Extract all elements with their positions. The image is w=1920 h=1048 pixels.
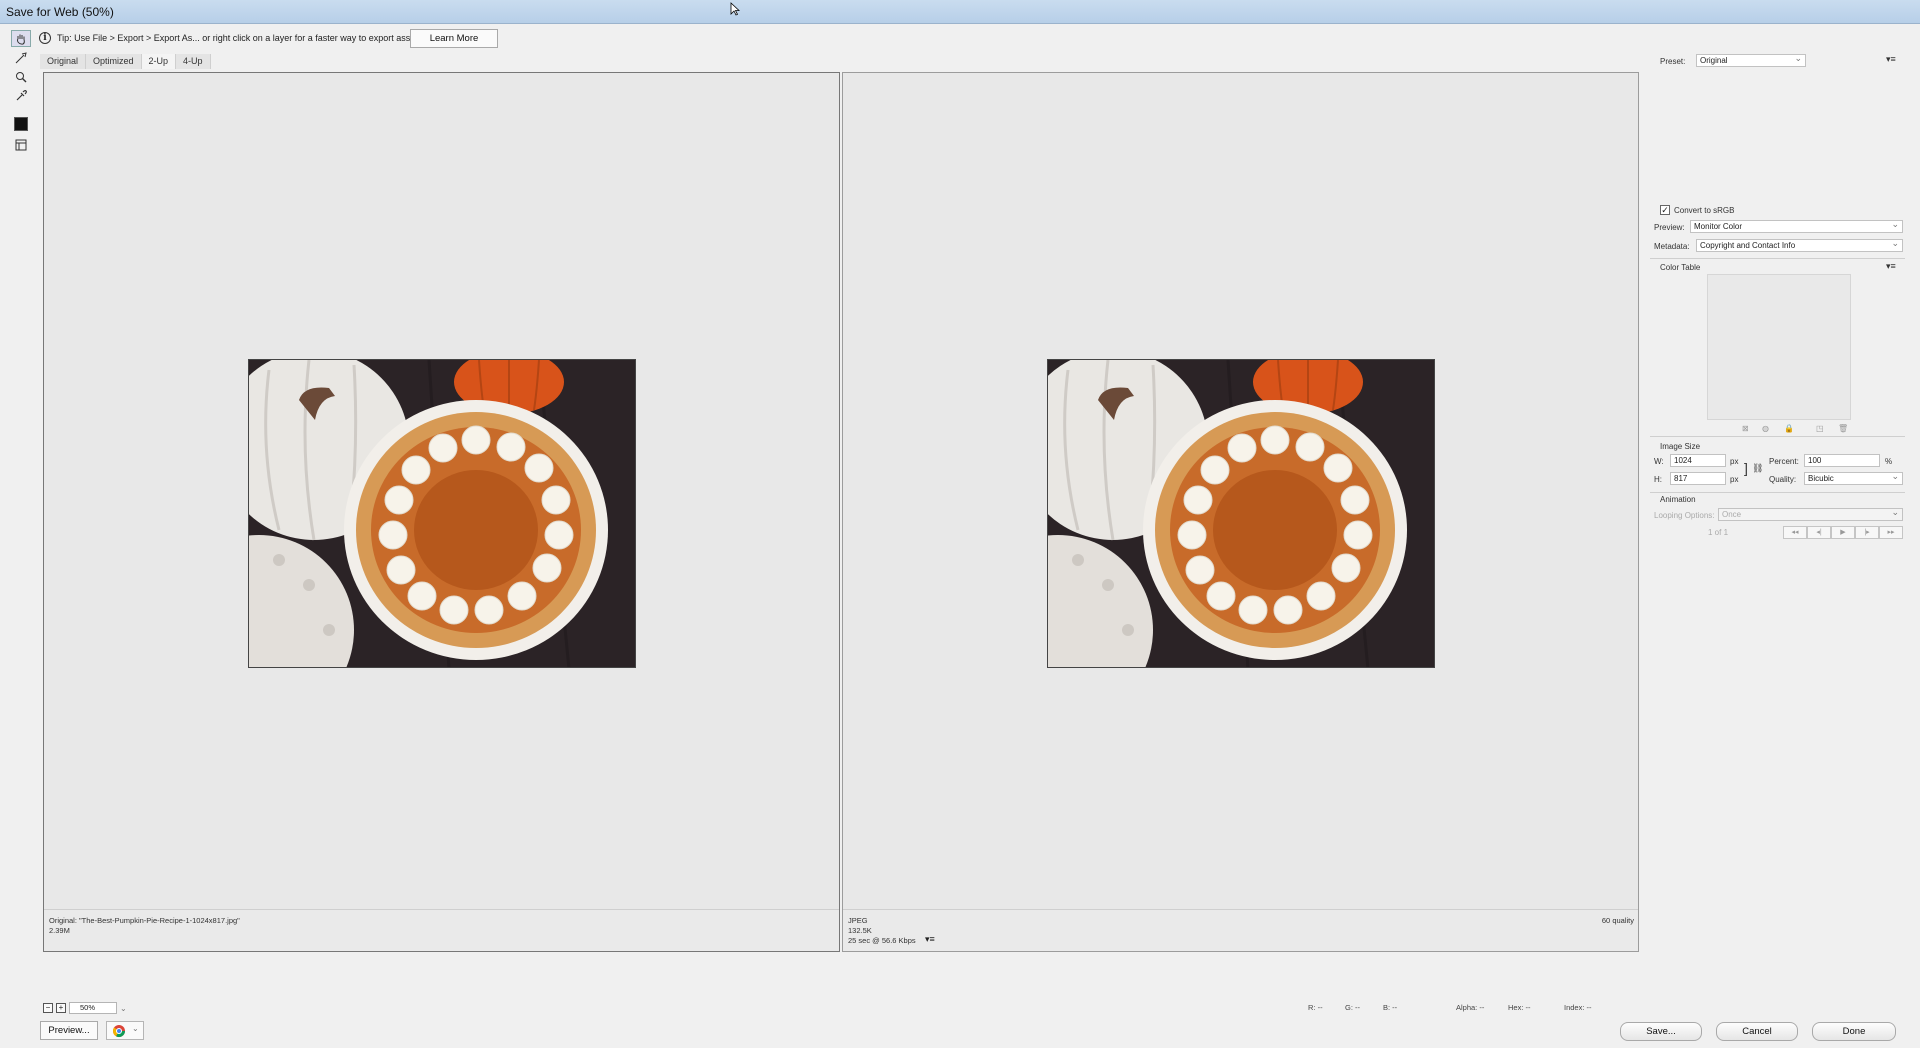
optimized-filesize: 132.5K: [848, 926, 872, 935]
delete-color-icon: 🗑: [1838, 424, 1849, 433]
optimized-download-time: 25 sec @ 56.6 Kbps: [848, 936, 916, 945]
convert-srgb-checkbox[interactable]: ✓: [1660, 205, 1670, 215]
save-button[interactable]: Save...: [1620, 1022, 1702, 1041]
optimized-format: JPEG: [848, 916, 868, 925]
optimize-menu-icon[interactable]: ▾≡: [1886, 54, 1896, 65]
pumpkin-pie-photo: [249, 360, 635, 667]
eyedropper-tool-icon[interactable]: [11, 87, 31, 104]
tab-2-up[interactable]: 2-Up: [141, 54, 177, 69]
color-table-menu-icon[interactable]: ▾≡: [1886, 261, 1896, 272]
browser-dropdown-icon: ⌄: [132, 1024, 139, 1033]
done-button[interactable]: Done: [1812, 1022, 1896, 1041]
readout-g: G: --: [1345, 1003, 1360, 1012]
download-speed-menu-icon[interactable]: ▾≡: [925, 934, 935, 945]
optimized-image: [1047, 359, 1435, 668]
frame-counter: 1 of 1: [1708, 528, 1729, 537]
resample-quality-select[interactable]: Bicubic: [1804, 472, 1903, 485]
looping-select[interactable]: Once: [1718, 508, 1903, 521]
animation-controls: ◂◂ ◂| ▶ |▸ ▸▸: [1783, 526, 1903, 539]
play-icon[interactable]: ▶: [1831, 526, 1855, 539]
lock-color-icon: 🔒: [1784, 424, 1794, 433]
map-transparent-icon: ⊠: [1742, 424, 1749, 433]
zoom-level-select[interactable]: 50%: [69, 1002, 117, 1014]
toggle-slices-icon[interactable]: [11, 136, 31, 153]
metadata-label: Metadata:: [1654, 242, 1690, 251]
preset-label: Preset:: [1660, 57, 1686, 66]
preview-color-select[interactable]: Monitor Color: [1690, 220, 1903, 233]
width-unit: px: [1730, 457, 1739, 466]
mouse-cursor-icon: [730, 2, 740, 16]
tip-text: Tip: Use File > Export > Export As... or…: [57, 33, 423, 43]
zoom-bar: − + 50% ⌄: [43, 1001, 127, 1015]
pumpkin-pie-photo-optimized: [1048, 360, 1434, 667]
tab-4-up[interactable]: 4-Up: [176, 54, 211, 69]
percent-input[interactable]: 100: [1804, 454, 1880, 467]
original-image: [248, 359, 636, 668]
readout-index: Index: --: [1564, 1003, 1592, 1012]
cancel-button[interactable]: Cancel: [1716, 1022, 1798, 1041]
original-image-pane[interactable]: Original: "The-Best-Pumpkin-Pie-Recipe-1…: [43, 72, 840, 952]
color-table-title: Color Table: [1660, 263, 1701, 272]
convert-srgb-label: Convert to sRGB: [1674, 206, 1735, 215]
looping-label: Looping Options:: [1654, 511, 1715, 520]
zoom-out-button[interactable]: −: [43, 1003, 53, 1013]
tab-original[interactable]: Original: [40, 54, 87, 69]
metadata-select[interactable]: Copyright and Contact Info: [1696, 239, 1903, 252]
tip-bar: i Tip: Use File > Export > Export As... …: [0, 25, 1920, 52]
view-tabs: Original Optimized 2-Up 4-Up: [40, 54, 211, 69]
zoom-in-button[interactable]: +: [56, 1003, 66, 1013]
window-title: Save for Web (50%): [6, 5, 114, 19]
readout-alpha: Alpha: --: [1456, 1003, 1485, 1012]
preview-label: Preview:: [1654, 223, 1685, 232]
previous-frame-icon[interactable]: ◂|: [1807, 526, 1831, 539]
link-icon: ⛓: [1752, 463, 1764, 473]
eyedropper-color-swatch[interactable]: [14, 117, 28, 131]
info-icon: i: [39, 32, 51, 44]
optimized-quality: 60 quality: [1601, 916, 1634, 925]
color-table[interactable]: [1707, 274, 1851, 420]
percent-unit: %: [1885, 457, 1893, 466]
slice-select-tool-icon[interactable]: [11, 49, 31, 66]
readout-hex: Hex: --: [1508, 1003, 1531, 1012]
height-unit: px: [1730, 475, 1739, 484]
width-label: W:: [1654, 457, 1664, 466]
hand-tool-icon[interactable]: [11, 30, 31, 47]
browser-icon: [112, 1025, 125, 1038]
first-frame-icon[interactable]: ◂◂: [1783, 526, 1807, 539]
constrain-proportions-icon[interactable]: ]: [1744, 460, 1748, 476]
height-input[interactable]: 817: [1670, 472, 1726, 485]
new-color-icon: ◳: [1816, 424, 1824, 433]
original-filename: Original: "The-Best-Pumpkin-Pie-Recipe-1…: [49, 916, 240, 925]
last-frame-icon[interactable]: ▸▸: [1879, 526, 1903, 539]
browser-select[interactable]: ⌄: [106, 1021, 144, 1040]
zoom-tool-icon[interactable]: [11, 68, 31, 85]
tool-strip: [8, 28, 34, 168]
preset-select[interactable]: Original: [1696, 54, 1806, 67]
optimized-image-pane[interactable]: JPEG 132.5K 25 sec @ 56.6 Kbps ▾≡ 60 qua…: [842, 72, 1639, 952]
learn-more-button[interactable]: Learn More: [410, 29, 498, 48]
divider: [1650, 436, 1905, 437]
divider: [1650, 492, 1905, 493]
animation-title: Animation: [1660, 495, 1696, 504]
zoom-dropdown-icon[interactable]: ⌄: [120, 1004, 127, 1013]
percent-label: Percent:: [1769, 457, 1799, 466]
width-input[interactable]: 1024: [1670, 454, 1726, 467]
preview-button[interactable]: Preview...: [40, 1021, 98, 1040]
tab-optimized[interactable]: Optimized: [86, 54, 142, 69]
readout-b: B: --: [1383, 1003, 1398, 1012]
title-bar: Save for Web (50%): [0, 0, 1920, 24]
quality-label: Quality:: [1769, 475, 1797, 484]
web-shift-icon: ◍: [1762, 424, 1769, 433]
original-filesize: 2.39M: [49, 926, 70, 935]
divider: [1650, 258, 1905, 259]
next-frame-icon[interactable]: |▸: [1855, 526, 1879, 539]
readout-r: R: --: [1308, 1003, 1323, 1012]
original-info-bar: Original: "The-Best-Pumpkin-Pie-Recipe-1…: [44, 909, 839, 951]
image-size-title: Image Size: [1660, 442, 1701, 451]
height-label: H:: [1654, 475, 1662, 484]
optimized-info-bar: JPEG 132.5K 25 sec @ 56.6 Kbps ▾≡ 60 qua…: [843, 909, 1638, 951]
